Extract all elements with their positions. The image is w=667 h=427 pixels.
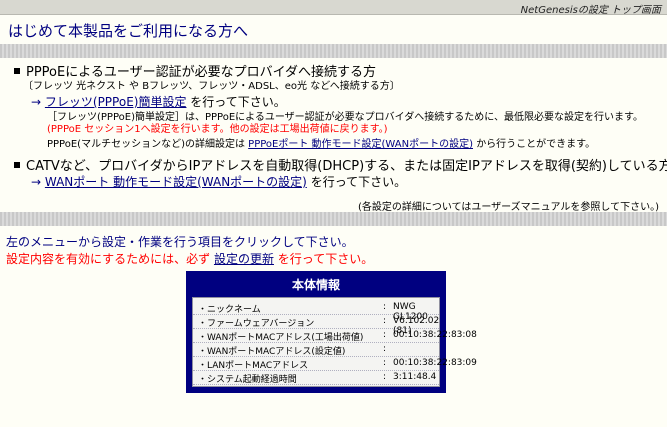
pppoe-port-mode-link[interactable]: PPPoEポート 動作モード設定(WANポートの設定) xyxy=(248,139,473,150)
info-row: ・WANポートMACアドレス(工場出荷値):00:10:38:22:83:08 xyxy=(193,329,477,343)
pppoe-detail-prefix: PPPoE(マルチセッションなど)の詳細設定は xyxy=(47,139,245,150)
info-label: ・ニックネーム xyxy=(198,305,261,315)
pppoe-detail-row: PPPoE(マルチセッションなど)の詳細設定は PPPoEポート 動作モード設定… xyxy=(47,135,595,150)
arrow-icon: → xyxy=(31,175,42,189)
info-row: ・ニックネーム: NWG GL1200 xyxy=(193,301,439,322)
instruction-text: 左のメニューから設定・作業を行う項目をクリックして下さい。 xyxy=(6,235,354,249)
info-label: ・LANポートMACアドレス xyxy=(198,361,309,371)
page-title: はじめて本製品をご利用になる方へ xyxy=(8,22,249,40)
info-value: 00:10:38:22:83:09 xyxy=(393,358,477,368)
section-divider xyxy=(0,212,667,226)
pppoe-link-suffix: を行って下さい。 xyxy=(190,95,286,109)
info-label: ・システム起動経過時間 xyxy=(198,375,297,385)
info-row: ・ファームウェアバージョン: V6.102.02 (81) xyxy=(193,315,439,336)
device-info-panel: 本体情報 ・ニックネーム: NWG GL1200 ・ファームウェアバージョン: V6.… xyxy=(186,271,477,393)
device-info-table: ・ニックネーム: NWG GL1200 ・ファームウェアバージョン: V6.102.0… xyxy=(192,297,477,387)
warning-row: 設定内容を有効にするためには、必ず 設定の更新 を行って下さい。 xyxy=(6,250,373,267)
manual-note: (各設定の詳細についてはユーザーズマニュアルを参照して下さい。) xyxy=(357,202,659,213)
catv-heading-text: CATVなど、プロバイダからIPアドレスを自動取得(DHCP)する、または固定I… xyxy=(26,159,667,174)
pppoe-subheading: 〔フレッツ 光ネクスト や Bフレッツ、フレッツ・ADSL、eo光 などへ接続す… xyxy=(23,81,400,92)
top-title-bar: NetGenesisの設定 トップ画面 xyxy=(0,0,667,16)
bullet-icon xyxy=(14,162,20,168)
info-colon: : xyxy=(383,372,387,382)
warning-suffix: を行って下さい。 xyxy=(277,252,374,266)
device-info-title: 本体情報 xyxy=(291,277,340,292)
window-title: NetGenesisの設定 トップ画面 xyxy=(520,5,661,16)
info-colon: : xyxy=(383,358,387,368)
info-row: ・WANポートMACアドレス(設定値): xyxy=(193,343,439,357)
info-row: ・システム起動経過時間:3:11:48.4 xyxy=(193,371,439,385)
info-value: 00:10:38:22:83:08 xyxy=(393,330,477,340)
info-colon: : xyxy=(383,316,387,326)
warning-prefix: 設定内容を有効にするためには、必ず xyxy=(6,252,211,266)
info-label: ・WANポートMACアドレス(設定値) xyxy=(198,347,346,357)
info-colon: : xyxy=(383,344,387,354)
apply-settings-link[interactable]: 設定の更新 xyxy=(214,252,274,266)
catv-link-row: → WANポート 動作モード設定(WANポートの設定) を行って下さい。 xyxy=(31,173,406,190)
info-colon: : xyxy=(383,302,387,312)
catv-link-suffix: を行って下さい。 xyxy=(310,175,407,189)
catv-heading: CATVなど、プロバイダからIPアドレスを自動取得(DHCP)する、または固定I… xyxy=(14,155,667,174)
arrow-icon: → xyxy=(31,95,42,109)
pppoe-detail-suffix: から行うことができます。 xyxy=(476,139,596,150)
section-divider xyxy=(0,44,667,58)
info-colon: : xyxy=(383,330,387,340)
pppoe-note: (PPPoE セッション1へ設定を行います。他の設定は工場出荷値に戻ります。) xyxy=(47,124,388,135)
info-value: 3:11:48.4 xyxy=(393,372,437,382)
bullet-icon xyxy=(14,68,20,74)
info-label: ・ファームウェアバージョン xyxy=(198,319,315,329)
info-label: ・WANポートMACアドレス(工場出荷値) xyxy=(198,333,364,343)
info-row: ・LANポートMACアドレス:00:10:38:22:83:09 xyxy=(193,357,477,371)
wan-port-mode-link[interactable]: WANポート 動作モード設定(WANポートの設定) xyxy=(45,175,307,189)
flets-easy-setup-link[interactable]: フレッツ(PPPoE)簡単設定 xyxy=(45,95,187,109)
